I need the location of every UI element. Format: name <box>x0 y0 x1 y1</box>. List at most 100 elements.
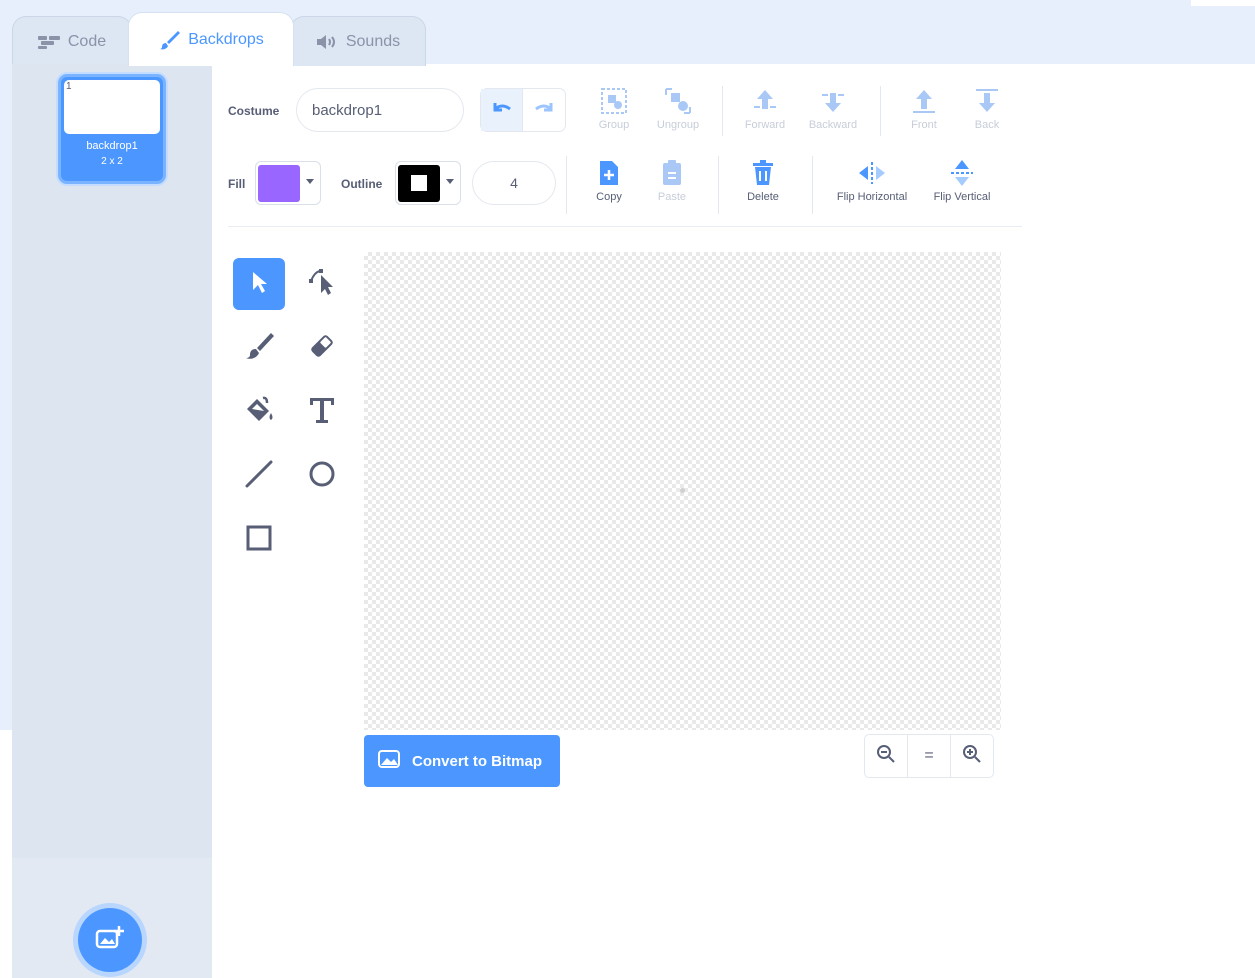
outline-width-input[interactable]: 4 <box>472 161 556 205</box>
zoom-in-icon <box>962 744 982 769</box>
toolbar-divider <box>812 156 813 214</box>
speaker-icon <box>316 34 338 50</box>
redo-button[interactable] <box>523 89 565 131</box>
line-icon <box>244 459 274 494</box>
paint-canvas[interactable] <box>364 252 1001 730</box>
costume-name-input[interactable] <box>296 88 464 132</box>
forward-label: Forward <box>744 119 786 131</box>
group-icon <box>599 86 629 116</box>
rectangle-icon <box>244 523 274 558</box>
tab-sounds[interactable]: Sounds <box>290 16 426 66</box>
backward-icon <box>819 86 847 116</box>
select-tool[interactable] <box>233 258 285 310</box>
tab-code-label: Code <box>67 32 107 50</box>
fill-color-swatch <box>258 165 300 202</box>
backdrop-list-sidebar: 1 backdrop1 2 x 2 <box>12 64 212 978</box>
backdrop-thumbnail <box>64 80 160 134</box>
text-tool[interactable] <box>296 386 348 438</box>
toolbar-divider <box>566 156 567 214</box>
image-icon <box>378 750 400 772</box>
paste-button[interactable]: Paste <box>632 158 712 214</box>
zoom-reset-label: = <box>924 747 934 764</box>
backdrop-tile[interactable]: 1 backdrop1 2 x 2 <box>58 74 166 184</box>
costume-label: Costume <box>228 104 280 118</box>
circle-tool[interactable] <box>296 450 348 502</box>
toolbar-divider-line <box>228 226 1022 227</box>
canvas-center-marker <box>680 488 685 493</box>
code-icon <box>37 35 60 49</box>
group-label: Group <box>598 119 630 131</box>
corner-strip <box>1191 0 1255 6</box>
eraser-tool[interactable] <box>296 322 348 374</box>
flip-horizontal-label: Flip Horizontal <box>836 191 908 203</box>
outline-color-picker[interactable] <box>395 161 461 205</box>
back-label: Back <box>974 119 1000 131</box>
zoom-reset-button[interactable]: = <box>907 735 950 777</box>
tab-code[interactable]: Code <box>12 16 132 66</box>
fill-bucket-icon <box>243 395 275 430</box>
flip-vertical-icon <box>949 158 975 188</box>
fill-label: Fill <box>228 177 246 191</box>
tab-backdrops-label: Backdrops <box>188 30 264 48</box>
chevron-down-icon <box>306 179 314 184</box>
convert-to-bitmap-label: Convert to Bitmap <box>412 752 543 770</box>
ungroup-button[interactable]: Ungroup <box>638 86 718 142</box>
forward-icon <box>751 86 779 116</box>
line-tool[interactable] <box>233 450 285 502</box>
toolbar-divider <box>880 86 881 136</box>
circle-icon <box>307 459 337 494</box>
flip-horizontal-button[interactable]: Flip Horizontal <box>832 158 912 214</box>
front-icon <box>910 86 938 116</box>
brush-icon <box>158 29 181 51</box>
zoom-out-icon <box>876 744 896 769</box>
undo-redo-group <box>480 88 566 132</box>
brush-tool[interactable] <box>233 322 285 374</box>
zoom-out-button[interactable] <box>865 735 907 777</box>
toolbar-divider <box>722 86 723 136</box>
rectangle-tool[interactable] <box>233 514 285 566</box>
back-button[interactable]: Back <box>947 86 1027 142</box>
reshape-tool[interactable] <box>296 258 348 310</box>
add-backdrop-icon <box>95 925 125 956</box>
outline-color-swatch <box>398 165 440 202</box>
zoom-in-button[interactable] <box>950 735 993 777</box>
undo-icon <box>492 101 512 120</box>
backdrop-number: 1 <box>66 81 72 92</box>
trash-icon <box>751 158 775 188</box>
front-label: Front <box>911 119 937 131</box>
backward-button[interactable]: Backward <box>793 86 873 142</box>
delete-button[interactable]: Delete <box>723 158 803 214</box>
flip-vertical-label: Flip Vertical <box>933 191 991 203</box>
flip-horizontal-icon <box>857 158 887 188</box>
tab-sounds-label: Sounds <box>345 32 401 50</box>
backward-label: Backward <box>808 119 858 131</box>
tab-backdrops[interactable]: Backdrops <box>128 12 294 66</box>
add-backdrop-button[interactable] <box>78 908 142 972</box>
convert-to-bitmap-button[interactable]: Convert to Bitmap <box>364 735 560 787</box>
reshape-icon <box>307 267 337 302</box>
fill-tool[interactable] <box>233 386 285 438</box>
text-icon <box>308 395 336 430</box>
flip-vertical-button[interactable]: Flip Vertical <box>922 158 1002 214</box>
chevron-down-icon <box>446 179 454 184</box>
fill-color-picker[interactable] <box>255 161 321 205</box>
backdrop-name: backdrop1 <box>86 140 138 152</box>
copy-icon <box>597 158 621 188</box>
outline-label: Outline <box>341 177 383 191</box>
delete-label: Delete <box>747 191 779 203</box>
zoom-controls: = <box>864 734 994 778</box>
paste-icon <box>660 158 684 188</box>
brush-icon <box>244 331 274 366</box>
ungroup-label: Ungroup <box>656 119 700 131</box>
left-edge <box>0 64 12 730</box>
redo-icon <box>534 101 554 120</box>
toolbar-divider <box>718 156 719 214</box>
undo-button[interactable] <box>481 89 524 131</box>
ungroup-icon <box>663 86 693 116</box>
eraser-icon <box>307 331 337 366</box>
back-icon <box>973 86 1001 116</box>
copy-label: Copy <box>596 191 622 203</box>
arrow-icon <box>248 269 270 300</box>
paste-label: Paste <box>657 191 687 203</box>
backdrop-size: 2 x 2 <box>101 156 123 167</box>
